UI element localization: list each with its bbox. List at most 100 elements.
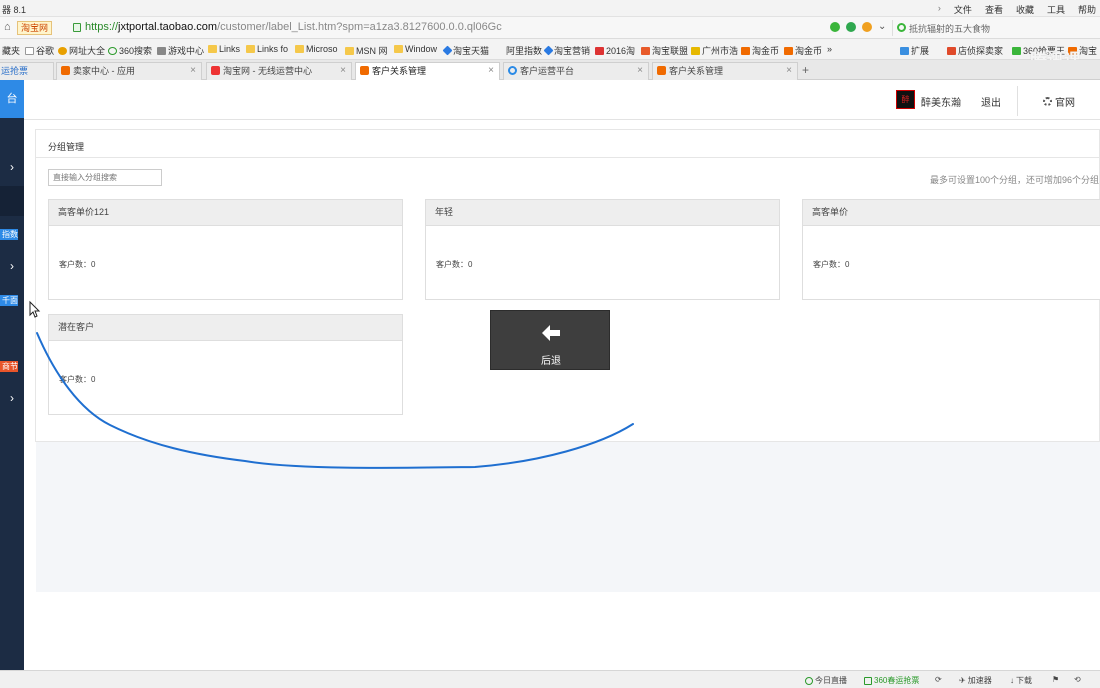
group-management-panel: 分组管理 最多可设置100个分组，还可增加96个分组 高客单价121 客户数：0… — [35, 129, 1100, 442]
tab[interactable]: 客户运营平台 × — [503, 62, 649, 80]
sidebar-tag-index[interactable]: 指数 — [0, 229, 18, 240]
bookmark-item[interactable]: 谷歌 — [25, 44, 54, 57]
bookmark-item[interactable]: 淘金币 — [741, 44, 779, 57]
main-content: 分组管理 最多可设置100个分组，还可增加96个分组 高客单价121 客户数：0… — [24, 120, 1100, 668]
dropdown-icon[interactable]: ⌄ — [878, 22, 888, 32]
panel-title: 分组管理 — [48, 142, 85, 152]
group-card[interactable]: 潜在客户 客户数：0 — [48, 314, 403, 415]
status-live[interactable]: 今日直播 — [805, 675, 847, 686]
logout-link[interactable]: 退出 — [981, 94, 1001, 109]
header-divider — [1017, 86, 1018, 116]
bookmark-item[interactable]: 藏夹 — [2, 44, 20, 57]
url-scheme: https:// — [85, 21, 119, 33]
bookmark-item[interactable]: 淘宝联盟 — [641, 44, 688, 57]
menu-help[interactable]: 帮助 — [1078, 3, 1096, 16]
window-title: 器 8.1 — [2, 5, 27, 15]
security-shield-icon[interactable] — [846, 22, 856, 32]
search-suggestion: 抵抗辐射的五大食物 — [909, 24, 991, 34]
download-icon: ↓ — [1010, 676, 1014, 685]
close-icon[interactable]: × — [340, 63, 346, 79]
status-ticket[interactable]: 360春运抢票 — [864, 675, 919, 686]
chevron-right-icon[interactable]: › — [0, 391, 24, 405]
phone-icon — [864, 676, 872, 685]
bookmark-item[interactable]: 网址大全 — [58, 44, 105, 57]
close-icon[interactable]: × — [488, 63, 494, 79]
back-arrow-icon — [542, 325, 560, 341]
status-icon[interactable]: ⟳ — [935, 675, 942, 684]
shop-avatar[interactable]: 醉 — [896, 90, 915, 109]
bookmark-item[interactable]: 淘宝天猫 — [442, 44, 489, 57]
sidebar-tag-faces[interactable]: 千面 — [0, 295, 18, 306]
content-background — [36, 442, 1100, 592]
window-titlebar: 器 8.1 › 文件 查看 收藏 工具 帮助 — [0, 0, 1100, 17]
tab[interactable]: 运抢票 — [0, 62, 54, 80]
bookmark-folder[interactable]: MSN 网 — [345, 44, 388, 57]
bookmark-folder[interactable]: Window — [394, 44, 437, 54]
group-card-title[interactable]: 年轻 — [426, 200, 779, 226]
group-card[interactable]: 高客单价121 客户数：0 — [48, 199, 403, 300]
chevron-right-icon[interactable]: › — [0, 160, 24, 174]
close-icon[interactable]: × — [637, 63, 643, 79]
group-limit-note: 最多可设置100个分组，还可增加96个分组 — [929, 175, 1099, 185]
status-refresh-icon[interactable]: ⟲ — [1074, 675, 1081, 684]
bookmark-item[interactable]: 阿里指数 — [506, 44, 542, 57]
group-card-count: 客户数：0 — [813, 260, 850, 269]
new-tab-button[interactable]: + — [802, 63, 809, 77]
app-header: 醉 醉美东瀚 退出 官网 — [24, 80, 1100, 120]
search-box[interactable]: 抵抗辐射的五大食物 — [892, 20, 1100, 36]
bookmark-item[interactable]: 2016淘 — [595, 44, 635, 57]
group-card[interactable]: 高客单价 客户数：0 — [802, 199, 1100, 300]
compat-mode-icon[interactable] — [830, 22, 840, 32]
extensions-menu[interactable]: 扩展 — [900, 44, 929, 57]
bookmark-item[interactable]: 淘金币 — [784, 44, 822, 57]
back-label: 后退 — [541, 356, 561, 367]
bookmark-folder[interactable]: Links fo — [246, 44, 288, 54]
bookmark-item[interactable]: 游戏中心 — [157, 44, 204, 57]
close-icon[interactable]: × — [190, 63, 196, 79]
status-bar: 今日直播 360春运抢票 ⟳ ✈ 加速器 ↓ 下载 ⚑ ⟲ — [0, 670, 1100, 688]
tab[interactable]: 客户关系管理 × — [652, 62, 798, 80]
group-card[interactable]: 年轻 客户数：0 — [425, 199, 780, 300]
sidebar-item-selected[interactable] — [0, 186, 24, 216]
sidebar-home-button[interactable]: 台 — [0, 80, 24, 118]
tab-bar: 运抢票 卖家中心 - 应用 × 淘宝网 - 无线运营中心 × 客户关系管理 × 客户运… — [0, 60, 1100, 81]
url-field[interactable]: https://jxtportal.taobao.com/customer/la… — [85, 21, 502, 33]
group-card-title[interactable]: 潜在客户 — [49, 315, 402, 341]
official-site-label: 官网 — [1055, 98, 1075, 109]
url-path: /customer/label_List.htm?spm=a1za3.81276… — [217, 21, 502, 33]
bookmark-item[interactable]: 店侦探卖家 — [947, 44, 1003, 57]
group-card-title[interactable]: 高客单价121 — [49, 200, 402, 226]
sidebar-tag-festival[interactable]: 商节 — [0, 361, 18, 372]
bookmark-item[interactable]: 广州市浩 — [691, 44, 738, 57]
status-accelerator[interactable]: ✈ 加速器 — [959, 675, 992, 686]
chevron-right-icon[interactable]: › — [0, 259, 24, 273]
bookmark-item[interactable]: 360搜索 — [108, 44, 152, 57]
home-icon[interactable]: ⌂ — [4, 22, 15, 33]
menu-file[interactable]: 文件 — [954, 3, 972, 16]
bookmarks-overflow[interactable]: » — [827, 44, 832, 54]
address-bar-icons: ⌄ — [830, 22, 888, 32]
rocket-icon: ✈ — [959, 676, 966, 685]
tab[interactable]: 卖家中心 - 应用 × — [56, 62, 202, 80]
bookmark-folder[interactable]: Microso — [295, 44, 338, 54]
shop-name[interactable]: 醉美东瀚 — [921, 94, 961, 109]
status-download[interactable]: ↓ 下载 — [1010, 675, 1032, 686]
bookmark-item[interactable]: 淘宝营销 — [543, 44, 590, 57]
menu-favorites[interactable]: 收藏 — [1016, 3, 1034, 16]
group-card-count: 客户数：0 — [436, 260, 473, 269]
group-card-count: 客户数：0 — [59, 260, 96, 269]
group-card-count: 客户数：0 — [59, 375, 96, 384]
menu-tools[interactable]: 工具 — [1047, 3, 1065, 16]
close-icon[interactable]: × — [786, 63, 792, 79]
status-flag-icon[interactable]: ⚑ — [1052, 675, 1059, 684]
group-search-input[interactable] — [48, 169, 162, 186]
speed-mode-icon[interactable] — [862, 22, 872, 32]
site-badge[interactable]: 淘宝网 — [17, 21, 53, 35]
bookmark-folder[interactable]: Links — [208, 44, 240, 54]
back-button[interactable]: 后退 — [490, 310, 610, 370]
official-site-link[interactable]: 官网 — [1043, 94, 1075, 109]
tab-active[interactable]: 客户关系管理 × — [355, 62, 500, 81]
tab[interactable]: 淘宝网 - 无线运营中心 × — [206, 62, 352, 80]
group-card-title[interactable]: 高客单价 — [803, 200, 1100, 226]
menu-view[interactable]: 查看 — [985, 3, 1003, 16]
